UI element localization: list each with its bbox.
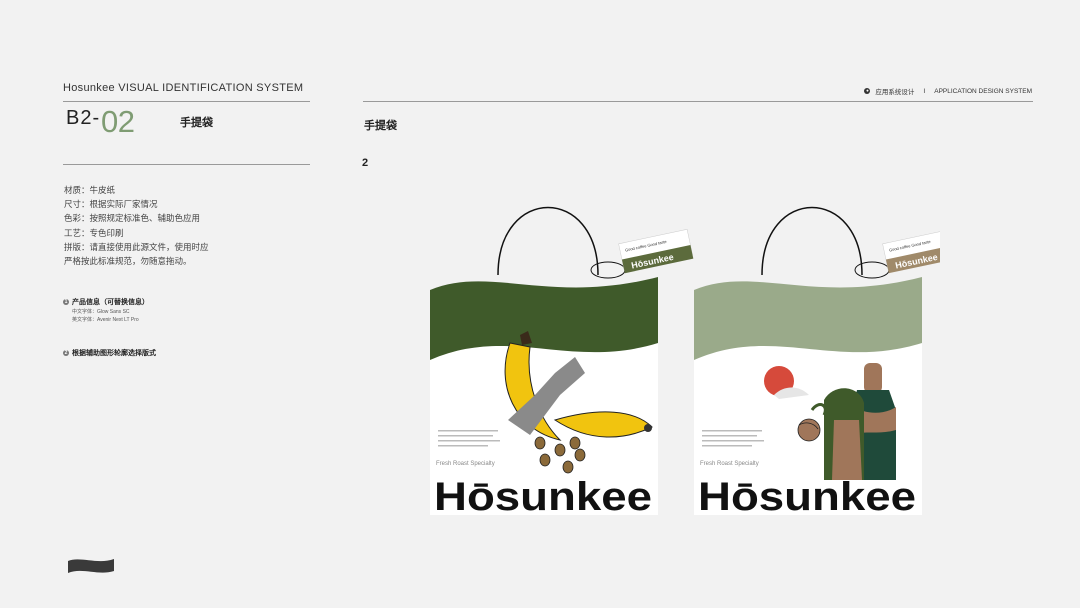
spec-item: 材质：牛皮纸: [64, 185, 116, 195]
note-product-info: 1 产品信息（可替换信息）: [63, 297, 149, 307]
note-title: 产品信息（可替换信息）: [72, 299, 149, 306]
tote-bag-mockups: Fresh Roast Specialty Hōsunkee Good coff…: [430, 206, 940, 519]
section-header: ● 应用系统设计 I APPLICATION DESIGN SYSTEM: [864, 86, 1032, 96]
bag-tagline: Fresh Roast Specialty: [700, 461, 759, 467]
header-divider: [363, 101, 1033, 102]
page-code-prefix: B2-: [66, 107, 101, 129]
bag-brand: Hōsunkee: [434, 475, 652, 519]
spec-divider: [63, 164, 310, 165]
step-number: 2: [362, 157, 369, 169]
font-cn: 中文字体：Glow Sans SC: [72, 309, 130, 315]
spec-list: 材质：牛皮纸 尺寸：根据实际厂家情况 色彩：按照规定标准色、辅助色应用 工艺：专…: [64, 183, 209, 268]
note-sub-text: 中文字体：Glow Sans SC 英文字体：Avenir Next LT Pr…: [72, 308, 139, 324]
doc-title: Hosunkee VISUAL IDENTIFICATION SYSTEM: [63, 82, 304, 94]
item-title: 手提袋: [180, 117, 213, 129]
title-divider: [63, 101, 310, 102]
spec-item: 色彩：按照规定标准色、辅助色应用: [64, 213, 201, 224]
spec-item: 工艺：专色印刷: [64, 227, 124, 238]
section-title: 手提袋: [364, 120, 397, 132]
spec-item: 尺寸：根据实际厂家情况: [64, 199, 158, 210]
tote-bag-1: Fresh Roast Specialty Hōsunkee Good coff…: [430, 206, 694, 519]
spec-item: 拼版：请直接使用此源文件，使用时应: [64, 241, 209, 252]
tag-string: [590, 261, 626, 279]
tag-string: [854, 261, 890, 279]
hang-tag: Good coffee Good taste Hōsunkee: [882, 229, 940, 274]
bag-handle: [761, 206, 863, 276]
spec-item: 严格按此标准规范，勿随意拖动。: [64, 256, 192, 267]
page-code-number: 02: [101, 104, 135, 139]
brand-wave-icon: [68, 559, 114, 573]
note-number-icon: 1: [63, 299, 69, 305]
bag-wave: [430, 277, 658, 360]
bag-handle: [497, 206, 599, 276]
bag-tagline: Fresh Roast Specialty: [436, 461, 495, 467]
hang-tag: Good coffee Good taste Hōsunkee: [618, 229, 694, 274]
bag-brand: Hōsunkee: [698, 475, 916, 519]
circle-number-icon: ●: [864, 88, 871, 94]
note-number-icon: 2: [63, 350, 69, 356]
font-en: 英文字体：Avenir Next LT Pro: [72, 317, 139, 323]
note-title: 根据辅助图形轮廓选择版式: [72, 350, 156, 357]
section-label: 应用系统设计: [875, 89, 915, 96]
tote-bag-2: Fresh Roast Specialty Hōsunkee Good coff…: [694, 206, 940, 519]
bag-wave: [694, 277, 922, 360]
header-separator: I: [923, 87, 926, 95]
note-layout: 2 根据辅助图形轮廓选择版式: [63, 348, 156, 358]
system-label: APPLICATION DESIGN SYSTEM: [934, 87, 1032, 95]
